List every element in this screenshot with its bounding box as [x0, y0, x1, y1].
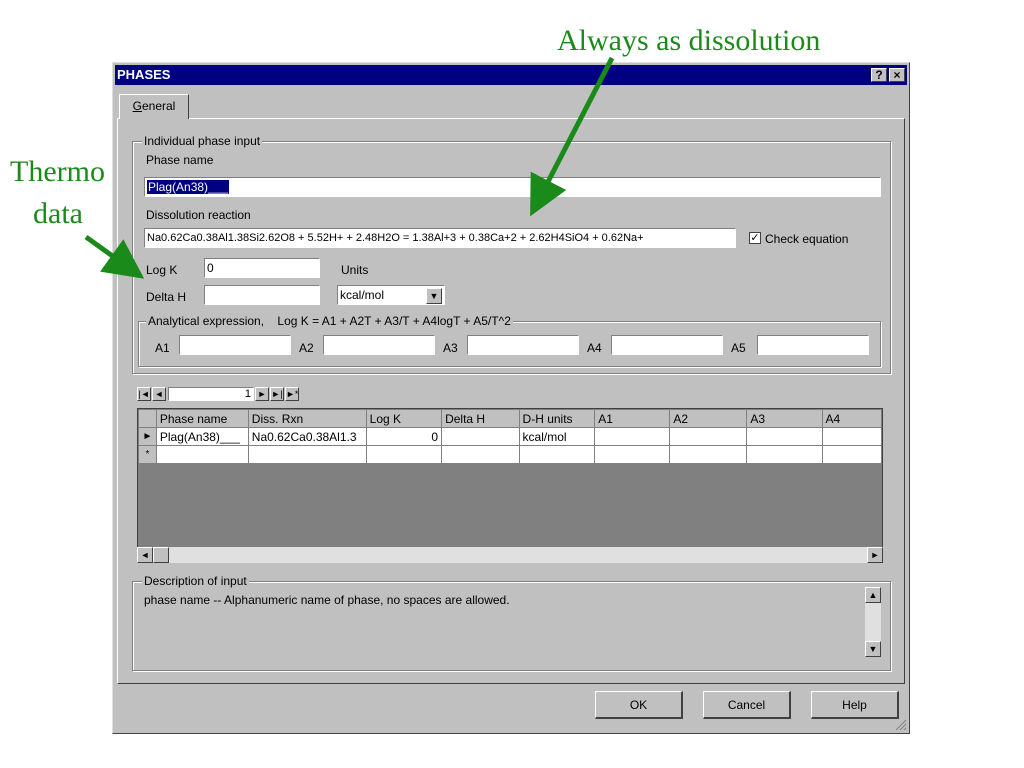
- arrow-to-dissolution-reaction: [530, 56, 615, 217]
- tab-general[interactable]: General: [119, 94, 189, 119]
- arrow-to-logk: [84, 234, 145, 279]
